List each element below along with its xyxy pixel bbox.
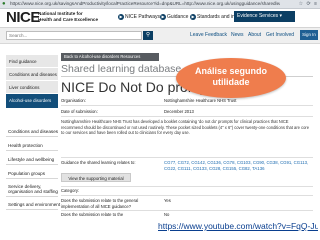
sidebar-item-find-guidance[interactable]: Find guidance [6, 55, 58, 68]
chevron-down-icon: ▾ [279, 13, 283, 19]
nav-nice-pathways-label: NICE Pathways [125, 14, 161, 20]
date-value: December 2013 [164, 109, 194, 114]
about-link[interactable]: About [248, 30, 261, 40]
youtube-link[interactable]: https://www.youtube.com/watch?v=FqQ-JuRD… [158, 220, 318, 232]
second-answer: No [164, 212, 170, 217]
leave-feedback-link[interactable]: Leave Feedback [190, 30, 227, 40]
evidence-services-button[interactable]: Evidence Services ▾ [234, 11, 295, 22]
divider [61, 195, 313, 196]
divider [61, 157, 313, 158]
organisation-label: Organisation: [61, 98, 86, 103]
nav-guidance[interactable]: ▶ Guidance [160, 13, 188, 21]
evidence-services-label: Evidence Services [237, 13, 279, 19]
guidance-label: Guidance the shared learning relates to: [61, 160, 136, 165]
search-icon[interactable]: ⚲ [143, 31, 153, 40]
standards-icon: ▶ [190, 13, 196, 20]
browser-toolbar-icons[interactable]: ☆ ⟳ ≡ [299, 1, 318, 7]
get-involved-link[interactable]: Get Involved [266, 30, 294, 40]
annotation-text-line-2: utilidade [212, 77, 250, 87]
guidance-icon: ▶ [160, 13, 166, 20]
sidebar-item-liver-conditions[interactable]: Liver conditions [6, 81, 58, 94]
back-to-resources-button[interactable]: Back to Alcohol-use disorders Resources [61, 53, 159, 61]
nav-guidance-label: Guidance [167, 14, 189, 20]
url-text[interactable]: https://www.nice.org.uk/savingsAndProduc… [10, 1, 280, 7]
sidebar-link-service-delivery[interactable]: Service delivery, organisation and staff… [6, 182, 58, 197]
annotation-text: Análise segundo utilidade [176, 66, 286, 88]
guidance-codes-text[interactable]: CG77, CG72, CG142, CG136, CG78, CG103, C… [164, 160, 308, 171]
view-supporting-material-button[interactable]: View the supporting material [61, 173, 131, 182]
implementation-question-label: Does the submission relate to the genera… [61, 198, 139, 209]
section-title: Shared learning database [61, 63, 182, 75]
pathways-icon: ▶ [118, 13, 124, 20]
sidebar-link-settings[interactable]: Settings and environment [6, 200, 60, 210]
divider [61, 186, 313, 187]
organisation-value: Nottinghamshire Healthcare NHS Trust [164, 98, 237, 103]
logo-tagline-line-1: National Institute for [38, 11, 83, 16]
search-input[interactable] [6, 31, 142, 40]
implementation-answer: Yes [164, 198, 171, 203]
lock-icon: ● [2, 1, 6, 7]
category-label: Category: [61, 188, 80, 193]
annotation-text-line-1: Análise segundo [194, 66, 267, 76]
nav-nice-pathways[interactable]: ▶ NICE Pathways [118, 13, 160, 21]
divider [61, 210, 313, 211]
nice-logo[interactable]: NICE [6, 10, 40, 25]
second-question-label: Does the submission relate to the [61, 212, 124, 217]
sidebar-link-conditions[interactable]: Conditions and diseases [6, 127, 58, 137]
news-link[interactable]: News [231, 30, 244, 40]
description-text: Nottinghamshire Healthcare NHS Trust has… [61, 119, 310, 136]
sign-in-button[interactable]: Sign In [300, 30, 318, 40]
sidebar-link-population-groups[interactable]: Population groups [6, 169, 58, 179]
date-label: Date of submission: [61, 109, 98, 114]
sidebar-link-lifestyle[interactable]: Lifestyle and wellbeing [6, 155, 58, 165]
logo-tagline-line-2: Health and Care Excellence [38, 16, 99, 22]
sidebar-item-alcohol-use-disorders[interactable]: Alcohol-use disorders [6, 94, 58, 108]
sidebar-item-conditions[interactable]: Conditions and diseases [6, 68, 58, 81]
sidebar-link-health-protection[interactable]: Health protection [6, 141, 58, 151]
divider [61, 105, 313, 106]
guidance-codes[interactable]: CG77, CG72, CG142, CG136, CG78, CG103, C… [164, 160, 312, 172]
divider [61, 116, 313, 117]
